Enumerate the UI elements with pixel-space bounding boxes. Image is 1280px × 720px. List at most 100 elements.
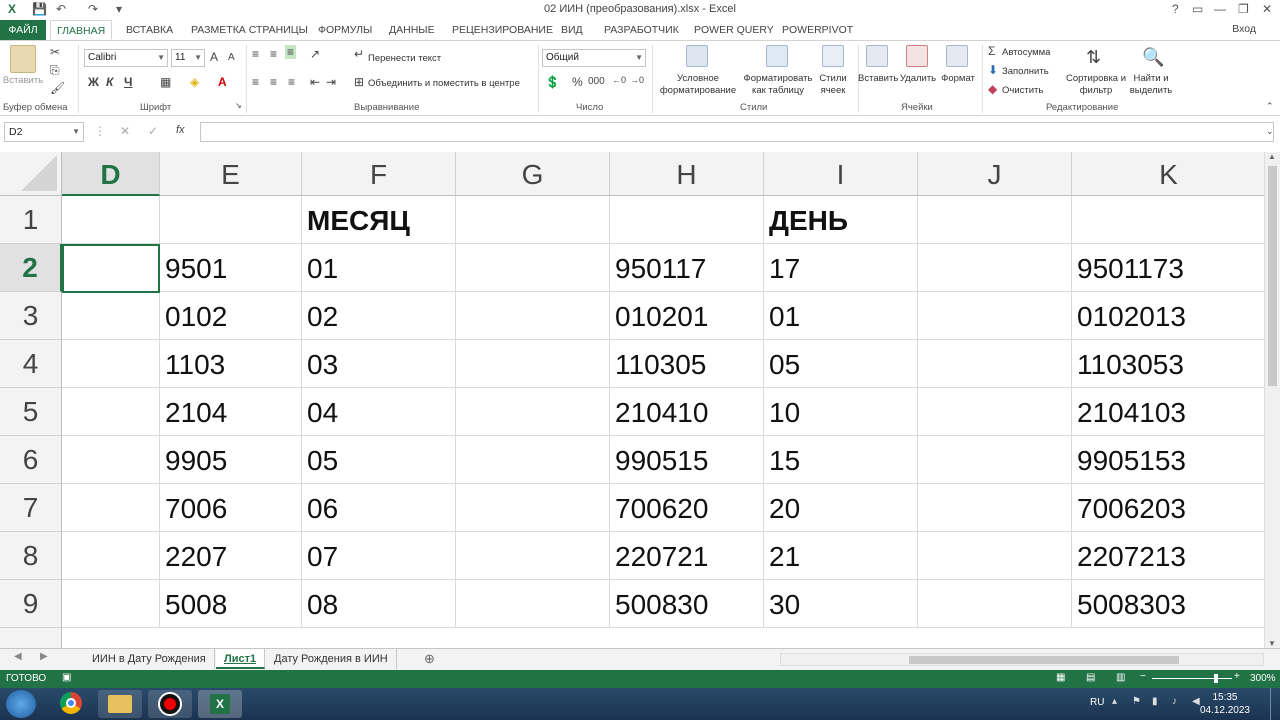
name-box[interactable]: D2 ▼ <box>4 122 84 142</box>
cell-g3[interactable] <box>456 292 610 340</box>
restore-icon[interactable]: ❐ <box>1238 2 1249 16</box>
cell-f7[interactable]: 06 <box>302 484 456 532</box>
row-header-1[interactable]: 1 <box>0 196 62 244</box>
row-header-4[interactable]: 4 <box>0 340 62 388</box>
tab-page-layout[interactable]: РАЗМЕТКА СТРАНИЦЫ <box>185 20 314 40</box>
column-header-f[interactable]: F <box>302 152 456 196</box>
merge-center-button[interactable]: Объединить и поместить в центре <box>368 78 520 90</box>
prev-sheet-icon[interactable]: ◀ <box>14 651 22 662</box>
row-header-partial[interactable] <box>0 628 62 648</box>
tab-powerpivot[interactable]: POWERPIVOT <box>776 20 859 40</box>
tray-flag-icon[interactable]: ⚑ <box>1132 696 1141 707</box>
excel-taskbar-icon[interactable]: X <box>198 690 242 718</box>
cell-f5[interactable]: 04 <box>302 388 456 436</box>
increase-decimal-icon[interactable]: ←0 <box>612 75 626 85</box>
tab-power-query[interactable]: POWER QUERY <box>688 20 780 40</box>
increase-indent-icon[interactable]: ⇥ <box>326 75 336 89</box>
tray-volume-icon[interactable]: ♪ <box>1172 696 1177 707</box>
find-select-button[interactable]: Найти и выделить <box>1126 73 1176 97</box>
cell-h9[interactable]: 500830 <box>610 580 764 628</box>
fill-color-icon[interactable]: ◈ <box>190 75 199 89</box>
align-top-icon[interactable]: ≡ <box>252 47 259 61</box>
row-header-6[interactable]: 6 <box>0 436 62 484</box>
delete-cells-button[interactable]: Удалить <box>899 73 937 85</box>
cell-e4[interactable]: 1103 <box>160 340 302 388</box>
collapse-ribbon-icon[interactable]: ⌃ <box>1266 101 1274 112</box>
cell-e7[interactable]: 7006 <box>160 484 302 532</box>
percent-button[interactable]: % <box>572 75 583 89</box>
cell-j3[interactable] <box>918 292 1072 340</box>
cell-j8[interactable] <box>918 532 1072 580</box>
horizontal-scroll-thumb[interactable] <box>909 656 1179 664</box>
cell-i6[interactable]: 15 <box>764 436 918 484</box>
cell-d3[interactable] <box>62 292 160 340</box>
cell-j6[interactable] <box>918 436 1072 484</box>
underline-button[interactable]: Ч <box>124 75 132 89</box>
cell-g9[interactable] <box>456 580 610 628</box>
currency-icon[interactable]: 💲 <box>545 75 560 89</box>
taskbar-clock[interactable]: 15:35 04.12.2023 <box>1200 691 1250 717</box>
cell-e9[interactable]: 5008 <box>160 580 302 628</box>
row-header-7[interactable]: 7 <box>0 484 62 532</box>
fill-button[interactable]: Заполнить <box>1002 66 1049 78</box>
cell-e1[interactable] <box>160 196 302 244</box>
borders-icon[interactable]: ▦ <box>160 75 171 89</box>
cell-h4[interactable]: 110305 <box>610 340 764 388</box>
cell-f9[interactable]: 08 <box>302 580 456 628</box>
cell-h2[interactable]: 950117 <box>610 244 764 292</box>
row-header-8[interactable]: 8 <box>0 532 62 580</box>
cell-i9[interactable]: 30 <box>764 580 918 628</box>
language-indicator[interactable]: RU <box>1090 697 1104 708</box>
cell-k9[interactable]: 5008303 <box>1072 580 1264 628</box>
column-header-e[interactable]: E <box>160 152 302 196</box>
expand-formula-icon[interactable]: ⌄ <box>1266 126 1274 137</box>
cell-j7[interactable] <box>918 484 1072 532</box>
tab-file[interactable]: ФАЙЛ <box>0 20 46 40</box>
cell-g1[interactable] <box>456 196 610 244</box>
chrome-taskbar-icon[interactable] <box>50 690 94 718</box>
cell-i5[interactable]: 10 <box>764 388 918 436</box>
cell-d4[interactable] <box>62 340 160 388</box>
cell-i8[interactable]: 21 <box>764 532 918 580</box>
dialog-launcher-icon[interactable]: ↘ <box>235 101 242 110</box>
align-bottom-icon[interactable]: ≡ <box>285 45 297 59</box>
font-size-combo[interactable]: 11 ▼ <box>171 49 205 67</box>
next-sheet-icon[interactable]: ▶ <box>40 651 48 662</box>
cell-e6[interactable]: 9905 <box>160 436 302 484</box>
insert-function-button[interactable]: fx <box>176 124 185 136</box>
row-header-2[interactable]: 2 <box>0 244 62 292</box>
column-header-j[interactable]: J <box>918 152 1072 196</box>
column-header-h[interactable]: H <box>610 152 764 196</box>
cell-f3[interactable]: 02 <box>302 292 456 340</box>
cell-d6[interactable] <box>62 436 160 484</box>
tab-data[interactable]: ДАННЫЕ <box>383 20 441 40</box>
cell-j5[interactable] <box>918 388 1072 436</box>
scroll-down-icon[interactable]: ▼ <box>1268 639 1276 648</box>
cell-k3[interactable]: 0102013 <box>1072 292 1264 340</box>
cell-d8[interactable] <box>62 532 160 580</box>
cell-i7[interactable]: 20 <box>764 484 918 532</box>
column-header-g[interactable]: G <box>456 152 610 196</box>
cell-k4[interactable]: 1103053 <box>1072 340 1264 388</box>
cell-h6[interactable]: 990515 <box>610 436 764 484</box>
vertical-scrollbar[interactable]: ▲ ▼ <box>1264 152 1280 648</box>
start-button-icon[interactable] <box>6 690 36 718</box>
cell-i1[interactable]: ДЕНЬ <box>764 196 918 244</box>
align-middle-icon[interactable]: ≡ <box>270 47 277 61</box>
cell-h7[interactable]: 700620 <box>610 484 764 532</box>
align-left-icon[interactable]: ≡ <box>252 75 259 89</box>
bold-button[interactable]: Ж <box>88 75 99 89</box>
cell-g7[interactable] <box>456 484 610 532</box>
cell-e5[interactable]: 2104 <box>160 388 302 436</box>
sort-filter-button[interactable]: Сортировка и фильтр <box>1064 73 1128 97</box>
paste-button[interactable]: Вставить <box>2 75 44 87</box>
scroll-up-icon[interactable]: ▲ <box>1268 152 1276 161</box>
format-as-table-button[interactable]: Форматировать как таблицу <box>742 73 814 97</box>
cell-j2[interactable] <box>918 244 1072 292</box>
cell-k1[interactable] <box>1072 196 1264 244</box>
ribbon-display-icon[interactable]: ▭ <box>1192 2 1203 16</box>
wrap-text-button[interactable]: Перенести текст <box>368 53 441 65</box>
explorer-taskbar-icon[interactable] <box>98 690 142 718</box>
conditional-formatting-button[interactable]: Условное форматирование <box>655 73 741 97</box>
tab-view[interactable]: ВИД <box>555 20 589 40</box>
